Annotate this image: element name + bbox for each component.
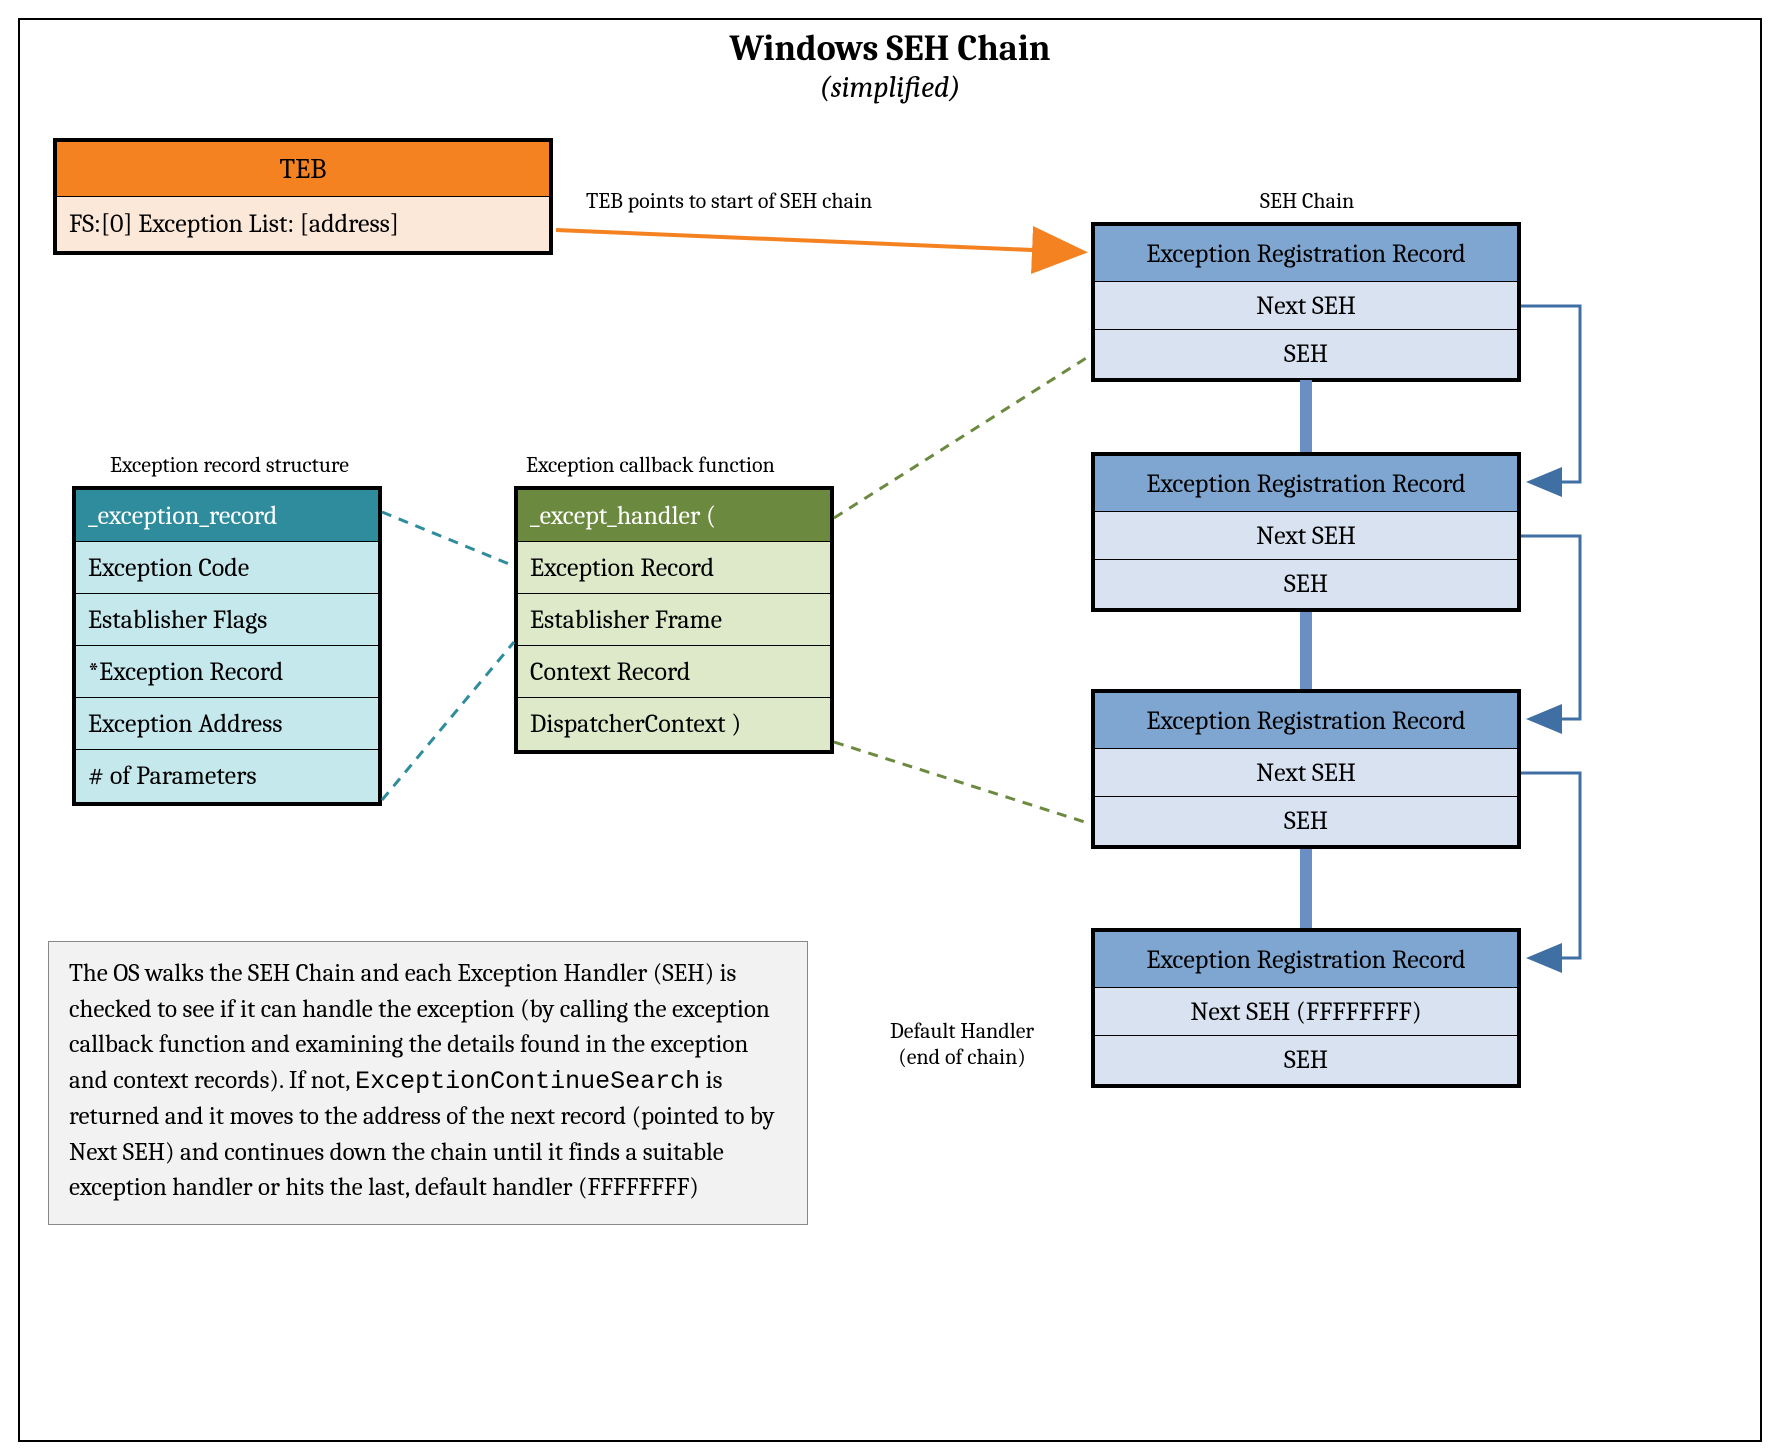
default-handler-line1: Default Handler: [890, 1018, 1034, 1044]
seh-record-seh: SEH: [1095, 560, 1517, 608]
default-handler-label: Default Handler (end of chain): [890, 1018, 1034, 1070]
exception-record-row: *Exception Record: [76, 646, 378, 698]
seh-record-header: Exception Registration Record: [1095, 226, 1517, 282]
seh-chain-label: SEH Chain: [1260, 188, 1354, 214]
seh-record-header: Exception Registration Record: [1095, 932, 1517, 988]
callback-row: DispatcherContext ): [518, 698, 830, 750]
callback-row: Exception Record: [518, 542, 830, 594]
exception-record-structure-label: Exception record structure: [110, 452, 349, 478]
seh-record-seh: SEH: [1095, 1036, 1517, 1084]
exception-record-box: _exception_record Exception Code Establi…: [72, 486, 382, 806]
next-seh-arrow-1: [1521, 306, 1580, 482]
seh-record-next: Next SEH (FFFFFFFF): [1095, 988, 1517, 1036]
info-code: ExceptionContinueSearch: [355, 1067, 700, 1096]
exception-record-row: # of Parameters: [76, 750, 378, 802]
callback-row: Context Record: [518, 646, 830, 698]
next-seh-arrow-3: [1521, 773, 1580, 958]
seh-record-seh: SEH: [1095, 330, 1517, 378]
teb-header: TEB: [57, 142, 549, 197]
teb-box: TEB FS:[0] Exception List: [address]: [53, 138, 553, 255]
exception-record-row: Establisher Flags: [76, 594, 378, 646]
exception-record-row: Exception Address: [76, 698, 378, 750]
page-subtitle: (simplified): [20, 70, 1760, 105]
callback-row: Establisher Frame: [518, 594, 830, 646]
dash-record-to-callback-bottom: [382, 642, 514, 800]
default-handler-line2: (end of chain): [898, 1044, 1026, 1070]
seh-record-4: Exception Registration Record Next SEH (…: [1091, 928, 1521, 1088]
seh-record-header: Exception Registration Record: [1095, 693, 1517, 749]
seh-record-1: Exception Registration Record Next SEH S…: [1091, 222, 1521, 382]
dash-callback-to-seh-bottom: [834, 742, 1091, 824]
diagram-frame: Windows SEH Chain (simplified) TEB FS:[0…: [18, 18, 1762, 1442]
teb-body: FS:[0] Exception List: [address]: [57, 197, 549, 251]
arrow-teb-to-seh: [556, 230, 1080, 252]
arrow-label: TEB points to start of SEH chain: [586, 188, 872, 214]
seh-record-seh: SEH: [1095, 797, 1517, 845]
dash-record-to-callback-top: [382, 512, 514, 566]
page-title: Windows SEH Chain: [20, 28, 1760, 69]
seh-record-2: Exception Registration Record Next SEH S…: [1091, 452, 1521, 612]
seh-record-3: Exception Registration Record Next SEH S…: [1091, 689, 1521, 849]
exception-callback-function-label: Exception callback function: [526, 452, 775, 478]
callback-header: _except_handler (: [518, 490, 830, 542]
exception-record-row: Exception Code: [76, 542, 378, 594]
info-box: The OS walks the SEH Chain and each Exce…: [48, 941, 808, 1225]
seh-record-header: Exception Registration Record: [1095, 456, 1517, 512]
seh-record-next: Next SEH: [1095, 749, 1517, 797]
callback-box: _except_handler ( Exception Record Estab…: [514, 486, 834, 754]
next-seh-arrow-2: [1521, 536, 1580, 719]
seh-record-next: Next SEH: [1095, 282, 1517, 330]
dash-callback-to-seh-top: [834, 355, 1091, 518]
seh-record-next: Next SEH: [1095, 512, 1517, 560]
exception-record-header: _exception_record: [76, 490, 378, 542]
